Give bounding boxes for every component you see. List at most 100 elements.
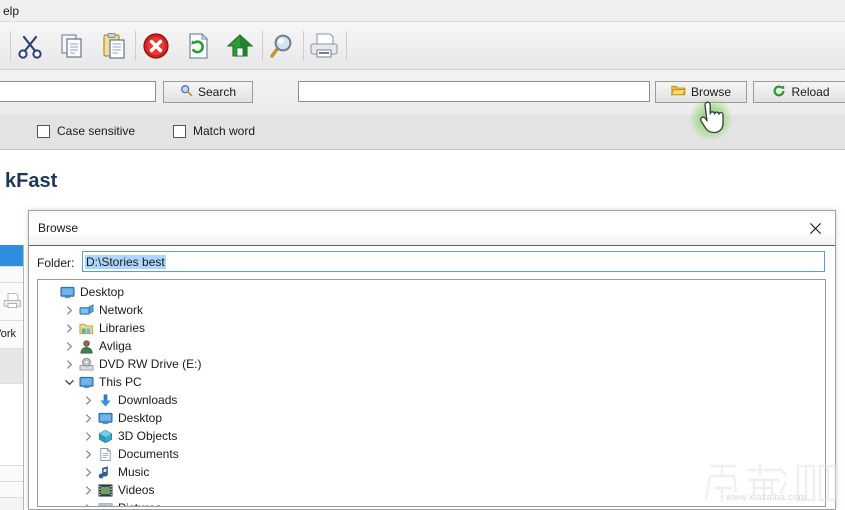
search-button-label: Search [197,85,237,99]
chevron-right-icon[interactable] [80,445,96,463]
tree-item-label: Desktop [80,285,125,299]
chevron-right-icon[interactable] [80,499,96,506]
reload-button-label: Reload [791,85,830,99]
tree-item-label: Avliga [99,339,132,353]
toolbar-separator [303,31,304,61]
tree-item-label: DVD RW Drive (E:) [99,357,202,371]
tree-item-videos[interactable]: Videos [38,481,154,499]
search-row: Search Browse Reload [0,70,845,115]
chevron-right-icon[interactable] [80,409,96,427]
match-word-checkbox[interactable]: Match word [173,124,255,138]
menu-item-help[interactable]: elp [3,3,19,19]
chevron-right-icon[interactable] [61,301,77,319]
browse-button[interactable]: Browse [655,81,747,103]
monitor-icon [96,409,114,427]
home-icon [225,31,255,61]
toolbar-button-refresh[interactable] [180,28,216,64]
tree-item-label: Network [99,303,144,317]
chevron-right-icon[interactable] [80,463,96,481]
tree-item-desktop[interactable]: Desktop [38,283,124,301]
toolbar-button-home[interactable] [222,28,258,64]
refresh-page-icon [183,31,213,61]
tree-item-3d-objects[interactable]: 3D Objects [38,427,177,445]
folder-open-icon [670,84,686,100]
tree-item-music[interactable]: Music [38,463,149,481]
music-note-icon [96,463,114,481]
search-input[interactable] [0,81,156,102]
left-panel-row[interactable] [0,349,23,384]
toolbar-button-stop[interactable] [138,28,174,64]
left-panel-row-printer[interactable] [0,283,23,321]
match-word-label: Match word [193,124,256,138]
printer-icon [2,291,22,316]
tree-item-label: Documents [118,447,179,461]
magnifier-icon [180,84,193,100]
chevron-right-icon[interactable] [80,427,96,445]
toolbar-button-copy[interactable] [54,28,90,64]
left-panel-row-work[interactable]: Vork [0,321,23,349]
toolbar-button-paste[interactable] [96,28,132,64]
case-sensitive-label: Case sensitive [57,124,136,138]
dialog-body: Folder: D:\Stories best Desktop Network Li… [29,247,835,509]
tree-item-label: Pictures [118,501,161,506]
tree-item-label: 3D Objects [118,429,178,443]
options-row: Case sensitive Match word [0,115,845,150]
close-icon[interactable] [801,215,829,241]
tree-item-label: Downloads [118,393,178,407]
tree-item-pictures[interactable]: Pictures [38,499,161,506]
folder-tree[interactable]: Desktop Network Libraries Avliga DVD RW Driv… [37,279,826,507]
left-panel-row-selected[interactable] [0,245,23,267]
toolbar-button-print[interactable] [306,28,342,64]
tree-item-this-pc[interactable]: This PC [38,373,142,391]
picture-icon [96,499,114,506]
monitor-icon [77,373,95,391]
chevron-down-icon[interactable] [61,373,77,391]
tree-item-libraries[interactable]: Libraries [38,319,145,337]
left-panel-row-label: Vork [0,328,17,340]
toolbar-separator [262,31,263,61]
tree-item-network[interactable]: Network [38,301,143,319]
tree-item-label: Music [118,465,150,479]
folder-path-input[interactable]: D:\Stories best [82,251,825,272]
checkbox-box [173,124,186,138]
disc-drive-icon [77,355,95,373]
chevron-right-icon[interactable] [80,391,96,409]
stop-icon [141,31,171,61]
tree-item-downloads[interactable]: Downloads [38,391,177,409]
left-panel-row[interactable] [0,384,23,466]
copy-icon [57,31,87,61]
checkbox-box [37,124,50,138]
app-window: elp Search Browse Reload Case sensitive … [0,0,845,510]
browse-button-label: Browse [690,85,731,99]
tree-item-avliga[interactable]: Avliga [38,337,131,355]
toolbar-button-cut[interactable] [12,28,48,64]
path-input[interactable] [298,81,650,102]
toolbar-separator [10,31,11,61]
chevron-right-icon[interactable] [61,319,77,337]
network-icon [77,301,95,319]
left-panel-row[interactable] [0,482,23,498]
dialog-title: Browse [38,221,79,235]
tree-item-desktop[interactable]: Desktop [38,409,162,427]
page-title: kFast [5,170,58,192]
left-panel-row[interactable] [0,466,23,482]
toolbar-button-find[interactable] [264,28,300,64]
chevron-right-icon[interactable] [80,481,96,499]
search-button[interactable]: Search [163,81,253,103]
reload-icon [772,84,786,101]
case-sensitive-checkbox[interactable]: Case sensitive [37,124,135,138]
left-panel-row[interactable] [0,267,23,283]
tree-item-documents[interactable]: Documents [38,445,179,463]
watermark-url: www.xiazaiba.com [726,492,807,502]
printer-icon [309,31,339,61]
reload-button[interactable]: Reload [753,81,845,103]
toolbar [0,22,845,70]
paste-icon [99,31,129,61]
chevron-right-icon[interactable] [61,337,77,355]
tree-item-label: Desktop [118,411,163,425]
chevron-right-icon[interactable] [61,355,77,373]
video-film-icon [96,481,114,499]
tree-item-dvd-rw-drive-e[interactable]: DVD RW Drive (E:) [38,355,201,373]
tree-item-label: Videos [118,483,155,497]
